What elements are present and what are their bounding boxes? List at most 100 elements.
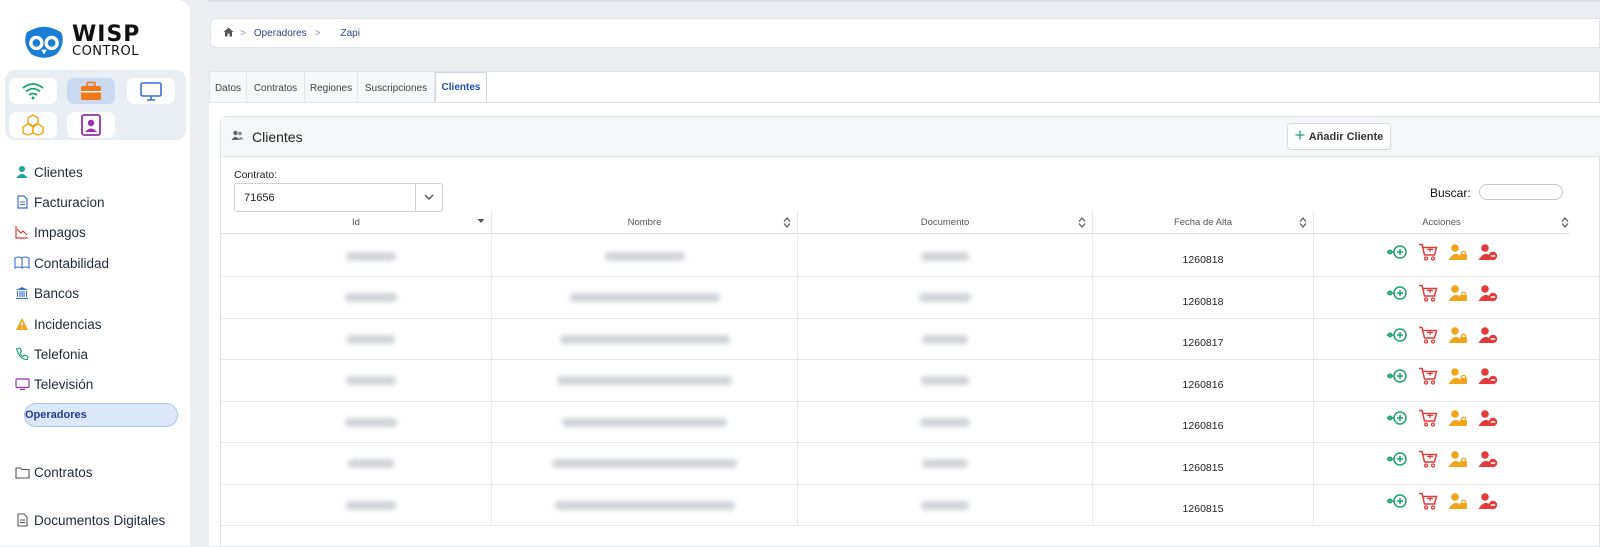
user-remove-icon[interactable] (1478, 409, 1498, 430)
user-lock-icon[interactable] (1448, 284, 1468, 305)
fecha-alta-value: 1260817 (1182, 337, 1224, 349)
sidebar-item-bancos[interactable]: Bancos (14, 281, 79, 305)
cart-icon[interactable] (1418, 409, 1438, 430)
sort-icon[interactable] (1078, 217, 1086, 231)
add-client-button[interactable]: Añadir Cliente (1287, 123, 1391, 150)
table-row[interactable]: 1260816 (221, 359, 1600, 402)
sidebar-item-clientes[interactable]: Clientes (14, 160, 83, 184)
cart-icon[interactable] (1418, 492, 1438, 513)
tab-contratos[interactable]: Contratos (247, 72, 305, 104)
link-add-icon[interactable] (1386, 244, 1408, 263)
user-lock-icon[interactable] (1448, 492, 1468, 513)
search-input[interactable] (1479, 184, 1563, 200)
redacted-name (559, 334, 730, 344)
quick-access-panel (5, 70, 186, 140)
tab-datos[interactable]: Datos (210, 72, 247, 104)
column-header-acciones[interactable]: Acciones (1314, 212, 1569, 234)
sidebar-item-incidencias[interactable]: Incidencias (14, 312, 102, 336)
cell-acciones (1314, 484, 1569, 526)
redacted-document (921, 376, 969, 385)
table-row[interactable]: 1260818 (221, 276, 1600, 319)
link-add-icon[interactable] (1386, 368, 1408, 387)
sort-icon[interactable] (1561, 217, 1569, 231)
link-add-icon[interactable] (1386, 327, 1408, 346)
user-remove-icon[interactable] (1478, 326, 1498, 347)
sidebar-item-impagos[interactable]: Impagos (14, 220, 86, 244)
tab-suscripciones[interactable]: Suscripciones (358, 72, 435, 104)
cart-icon[interactable] (1418, 284, 1438, 305)
user-lock-icon[interactable] (1448, 450, 1468, 471)
redacted-name (562, 417, 727, 427)
user-remove-icon[interactable] (1478, 492, 1498, 513)
tab-clientes[interactable]: Clientes (435, 72, 487, 103)
fecha-alta-value: 1260816 (1182, 378, 1224, 391)
contrato-select[interactable]: 71656 (234, 183, 443, 212)
sidebar-subitem-operadores[interactable]: Operadores (24, 403, 178, 427)
table-row[interactable]: 1260815 (221, 484, 1600, 526)
link-add-icon[interactable] (1386, 410, 1408, 429)
link-add-icon[interactable] (1386, 493, 1408, 512)
sidebar-item-facturacion[interactable]: Facturacion (14, 190, 105, 214)
quick-contact-button[interactable] (67, 112, 115, 138)
row-actions (1386, 243, 1498, 264)
sidebar-item-label: Telefonia (34, 346, 89, 362)
column-header-label: Acciones (1422, 217, 1461, 228)
quick-briefcase-button[interactable] (67, 78, 115, 104)
user-lock-icon[interactable] (1448, 326, 1468, 347)
sidebar-item-label: Contratos (34, 464, 93, 480)
home-icon[interactable] (223, 27, 234, 40)
tab-regiones[interactable]: Regiones (305, 72, 358, 104)
breadcrumb-item-zapi[interactable]: Zapi (341, 28, 360, 39)
redacted-id (345, 417, 397, 427)
user-remove-icon[interactable] (1478, 284, 1498, 305)
cart-icon[interactable] (1418, 450, 1438, 471)
cart-icon[interactable] (1418, 243, 1438, 264)
table-row[interactable]: 1260818 (221, 235, 1600, 277)
column-header-nombre[interactable]: Nombre (492, 212, 798, 234)
user-remove-icon[interactable] (1478, 450, 1498, 471)
wifi-icon (22, 83, 44, 100)
quick-wifi-button[interactable] (9, 78, 57, 104)
chevron-down-icon[interactable] (415, 184, 442, 211)
link-add-icon[interactable] (1386, 451, 1408, 470)
link-add-icon[interactable] (1386, 285, 1408, 304)
logo[interactable]: WISP CONTROL (22, 22, 140, 62)
sidebar-item-telefonia[interactable]: Telefonia (14, 342, 88, 366)
sort-desc-icon[interactable] (477, 217, 485, 228)
table-row[interactable]: 1260815 (221, 442, 1600, 485)
table-row[interactable]: 1260817 (221, 318, 1600, 360)
redacted-id (348, 459, 394, 468)
search-label: Buscar: (1430, 186, 1471, 200)
cart-icon[interactable] (1418, 326, 1438, 347)
cell-documento (798, 276, 1093, 319)
user-lock-icon[interactable] (1448, 367, 1468, 388)
column-header-label: Nombre (627, 217, 662, 228)
cell-fecha-alta: 1260818 (1093, 276, 1314, 319)
sidebar-item-television[interactable]: Televisión (14, 372, 93, 396)
breadcrumb-item-operadores[interactable]: Operadores (254, 28, 307, 39)
column-header-documento[interactable]: Documento (798, 212, 1093, 234)
user-lock-icon[interactable] (1448, 243, 1468, 264)
tab-content: Clientes Añadir Cliente Contrato: 71656 … (209, 102, 1600, 547)
table-row[interactable]: 1260816 (221, 401, 1600, 443)
column-header-fecha-alta[interactable]: Fecha de Alta (1093, 212, 1314, 234)
quick-boxes-button[interactable] (9, 112, 57, 138)
user-remove-icon[interactable] (1478, 367, 1498, 388)
sidebar-item-contratos[interactable]: Contratos (14, 460, 93, 484)
column-header-label: Id (352, 217, 360, 228)
cell-nombre (492, 276, 798, 319)
cell-documento (798, 235, 1093, 277)
sidebar-item-documentos-digitales[interactable]: Documentos Digitales (14, 508, 165, 532)
user-remove-icon[interactable] (1478, 243, 1498, 264)
cart-icon[interactable] (1418, 367, 1438, 388)
boxes-icon (22, 114, 44, 136)
sort-icon[interactable] (1299, 217, 1307, 231)
cell-acciones (1314, 235, 1569, 277)
sort-icon[interactable] (783, 217, 791, 231)
contact-icon (81, 114, 101, 136)
cell-documento (798, 442, 1093, 485)
user-lock-icon[interactable] (1448, 409, 1468, 430)
quick-monitor-button[interactable] (127, 78, 175, 104)
sidebar-item-contabilidad[interactable]: Contabilidad (14, 251, 109, 275)
column-header-id[interactable]: Id (221, 212, 492, 234)
